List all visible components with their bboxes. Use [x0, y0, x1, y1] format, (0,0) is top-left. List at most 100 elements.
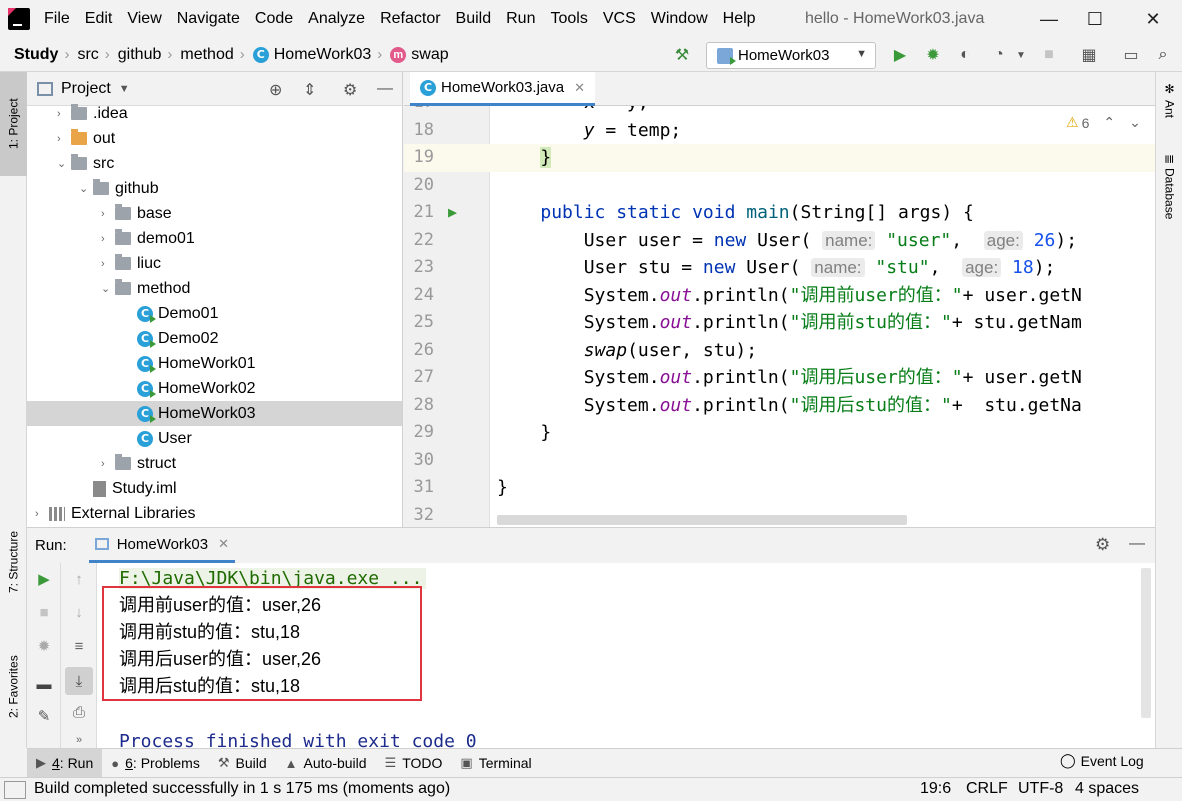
- code-line[interactable]: 23 User stu = new User( name: "stu", age…: [404, 254, 1155, 282]
- chevron-right-icon[interactable]: ›: [57, 133, 71, 145]
- tree-item[interactable]: ⌄ github: [27, 176, 159, 201]
- chevron-right-icon[interactable]: ›: [101, 208, 115, 220]
- run-tab-homework03[interactable]: HomeWork03 ✕: [88, 528, 236, 563]
- search-icon[interactable]: ⌕: [1152, 44, 1174, 66]
- tree-item[interactable]: › base: [27, 201, 172, 226]
- chevron-right-icon[interactable]: ›: [101, 258, 115, 270]
- menu-build[interactable]: Build: [456, 10, 492, 28]
- stop-icon[interactable]: ■: [33, 601, 55, 623]
- tree-item[interactable]: ⌄ method: [27, 276, 190, 301]
- arrow-up-icon[interactable]: ↑: [68, 568, 90, 590]
- tree-item[interactable]: › out: [27, 126, 115, 151]
- chevron-right-icon[interactable]: ›: [101, 458, 115, 470]
- pin-icon[interactable]: ✎: [33, 705, 55, 727]
- tree-item[interactable]: C User: [27, 426, 192, 451]
- project-structure-icon[interactable]: ▦: [1078, 44, 1100, 66]
- chevron-right-icon[interactable]: ›: [101, 233, 115, 245]
- indent-setting[interactable]: 4 spaces: [1075, 780, 1139, 798]
- chevron-right-icon[interactable]: ›: [35, 508, 49, 520]
- gear-icon[interactable]: ⚙: [1095, 535, 1110, 555]
- close-window-button[interactable]: ✕: [1140, 6, 1166, 32]
- file-encoding[interactable]: UTF-8: [1018, 780, 1063, 798]
- layout-icon[interactable]: ▬: [33, 673, 55, 695]
- gear-icon[interactable]: ⚙: [343, 80, 357, 100]
- run-icon[interactable]: ▶: [889, 44, 911, 66]
- toolwindow-button-run[interactable]: ▶ 4: Run: [27, 748, 103, 778]
- chevron-down-icon[interactable]: ⌄: [1129, 114, 1141, 131]
- line-separator[interactable]: CRLF: [966, 780, 1008, 798]
- collapse-all-icon[interactable]: ⇕: [303, 80, 316, 100]
- status-message[interactable]: Build completed successfully in 1 s 175 …: [34, 780, 450, 798]
- toolwindow-button-auto-build[interactable]: ▲ Auto-build: [276, 749, 376, 778]
- tree-item[interactable]: C HomeWork03: [27, 401, 402, 426]
- run-gutter-icon[interactable]: ▶: [448, 199, 457, 227]
- build-hammer-icon[interactable]: ⚒: [671, 44, 693, 66]
- tree-item[interactable]: C Demo01: [27, 301, 218, 326]
- locate-icon[interactable]: ⊕: [269, 80, 282, 100]
- breadcrumb-swap[interactable]: m swap: [390, 46, 449, 64]
- tree-item[interactable]: › demo01: [27, 226, 195, 251]
- editor-tab-homework03[interactable]: C HomeWork03.java ✕: [410, 72, 596, 106]
- layout-icon[interactable]: ▭: [1120, 44, 1142, 66]
- code-line[interactable]: 25 System.out.println("调用前stu的值："+ stu.g…: [404, 309, 1155, 337]
- tree-item[interactable]: C HomeWork02: [27, 376, 256, 401]
- toolwindow-button-todo[interactable]: ☰ TODO: [376, 749, 452, 778]
- menu-vcs[interactable]: VCS: [603, 10, 636, 28]
- close-icon[interactable]: ✕: [574, 80, 585, 96]
- code-line[interactable]: 19 }: [404, 144, 1155, 172]
- tree-item[interactable]: › struct: [27, 451, 176, 476]
- code-line[interactable]: 26 swap(user, stu);: [404, 337, 1155, 365]
- code-line[interactable]: 28 System.out.println("调用后stu的值："+ stu.g…: [404, 392, 1155, 420]
- run-configuration-select[interactable]: HomeWork03 ▼: [706, 42, 876, 69]
- tool-windows-toggle-icon[interactable]: [4, 781, 26, 799]
- debug-icon[interactable]: ✹: [922, 44, 944, 66]
- project-view-select[interactable]: Project: [61, 80, 111, 98]
- code-line[interactable]: 29 }: [404, 419, 1155, 447]
- menu-help[interactable]: Help: [723, 10, 756, 28]
- scroll-to-end-icon[interactable]: ⤓: [65, 667, 93, 695]
- code-line[interactable]: 30: [404, 447, 1155, 475]
- menu-refactor[interactable]: Refactor: [380, 10, 440, 28]
- code-editor[interactable]: 17 x = y;18 y = temp;19 }2021▶ public st…: [404, 106, 1155, 527]
- print-icon[interactable]: ⎙: [68, 701, 90, 723]
- tree-item[interactable]: ⌄ src: [27, 151, 114, 176]
- breadcrumb-homework03[interactable]: C HomeWork03: [252, 46, 371, 64]
- minimize-button[interactable]: —: [1036, 6, 1062, 32]
- rerun-icon[interactable]: ▶: [33, 568, 55, 590]
- menu-code[interactable]: Code: [255, 10, 293, 28]
- chevron-down-icon[interactable]: ▼: [119, 83, 130, 95]
- breadcrumb-study[interactable]: Study: [14, 46, 58, 64]
- run-console[interactable]: F:\Java\JDK\bin\java.exe ... 调用前user的值：u…: [97, 563, 1141, 749]
- chevron-down-icon[interactable]: ⌄: [57, 157, 71, 170]
- toolwindow-button-problems[interactable]: ● 6: Problems: [102, 749, 209, 778]
- inspection-widget[interactable]: ⚠ 6 ⌃ ⌄: [1066, 114, 1141, 131]
- tool-tab-project[interactable]: 1: Project: [0, 72, 27, 176]
- code-line[interactable]: 22 User user = new User( name: "user", a…: [404, 227, 1155, 255]
- tree-item[interactable]: Study.iml: [27, 476, 177, 501]
- tool-tab-ant[interactable]: ✻ Ant: [1156, 78, 1182, 138]
- code-line[interactable]: 17 x = y;: [404, 106, 1155, 117]
- console-vertical-scrollbar[interactable]: [1141, 568, 1151, 718]
- debug-icon[interactable]: ✹: [33, 635, 55, 657]
- code-line[interactable]: 27 System.out.println("调用后user的值："+ user…: [404, 364, 1155, 392]
- toolwindow-button-build[interactable]: ⚒ Build: [209, 749, 276, 778]
- code-line[interactable]: 31}: [404, 474, 1155, 502]
- caret-position[interactable]: 19:6: [920, 780, 951, 798]
- menu-file[interactable]: File: [44, 10, 70, 28]
- event-log-button[interactable]: ◯ Event Log: [1060, 752, 1144, 769]
- menu-edit[interactable]: Edit: [85, 10, 113, 28]
- stop-icon[interactable]: ■: [1038, 44, 1060, 66]
- menu-analyze[interactable]: Analyze: [308, 10, 365, 28]
- tree-item[interactable]: C HomeWork01: [27, 351, 256, 376]
- chevron-down-icon[interactable]: ⌄: [79, 182, 93, 195]
- maximize-button[interactable]: ☐: [1082, 6, 1108, 32]
- soft-wrap-icon[interactable]: ≡: [68, 635, 90, 657]
- tool-tab-database[interactable]: ≣ Database: [1156, 150, 1182, 240]
- code-line[interactable]: 24 System.out.println("调用前user的值："+ user…: [404, 282, 1155, 310]
- profile-icon[interactable]: ◔: [988, 44, 1010, 66]
- editor-horizontal-scrollbar[interactable]: [497, 515, 907, 525]
- menu-window[interactable]: Window: [651, 10, 708, 28]
- tool-tab-favorites[interactable]: 2: Favorites: [0, 632, 27, 742]
- breadcrumb-src[interactable]: src: [77, 46, 98, 64]
- coverage-icon[interactable]: ◐: [954, 44, 976, 66]
